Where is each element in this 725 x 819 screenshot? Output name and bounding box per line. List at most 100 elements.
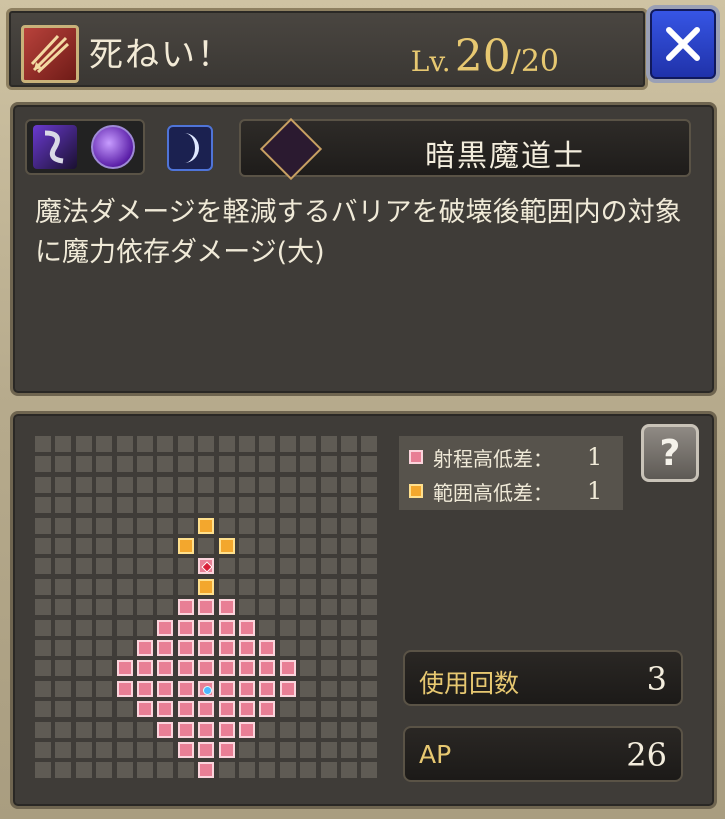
grid-cell — [198, 538, 215, 554]
grid-cell — [116, 558, 133, 575]
grid-cell — [75, 701, 92, 718]
grid-cell — [116, 742, 133, 758]
grid-cell — [341, 476, 357, 493]
grid-cell — [157, 599, 174, 616]
grid-cell — [259, 680, 276, 697]
legend-area-value: 1 — [587, 477, 603, 505]
crescent-moon-icon — [167, 125, 213, 171]
grid-cell — [116, 517, 133, 534]
grid-cell — [96, 619, 113, 636]
grid-cell — [279, 476, 296, 493]
range-panel: 射程高低差： 1 範囲高低差： 1 ? 使用回数 3 AP 26 — [10, 411, 717, 809]
grid-cell — [35, 680, 51, 697]
grid-cell — [300, 742, 317, 758]
grid-cell — [137, 742, 153, 758]
grid-cell — [300, 517, 317, 534]
grid-cell — [55, 517, 72, 534]
grid-cell — [177, 640, 194, 656]
help-button[interactable]: ? — [641, 424, 699, 482]
grid-cell — [55, 558, 72, 575]
grid-cell — [198, 721, 215, 738]
grid-cell — [55, 599, 72, 616]
grid-cell — [279, 436, 296, 452]
grid-cell — [198, 517, 215, 534]
grid-cell — [177, 476, 194, 493]
uses-count-box: 使用回数 3 — [403, 650, 683, 706]
grid-cell — [75, 476, 92, 493]
grid-cell — [300, 680, 317, 697]
grid-cell — [35, 701, 51, 718]
skill-info-panel: 暗黒魔道士 魔法ダメージを軽減するバリアを破壊後範囲内の対象に魔力依存ダメージ(… — [10, 102, 717, 396]
grid-cell — [177, 762, 194, 779]
grid-cell — [116, 762, 133, 779]
grid-cell — [218, 538, 235, 554]
grid-cell — [96, 640, 113, 656]
grid-cell — [198, 762, 215, 779]
grid-cell — [259, 599, 276, 616]
grid-cell — [341, 660, 357, 677]
grid-cell — [137, 436, 153, 452]
grid-cell — [198, 742, 215, 758]
range-legend: 射程高低差： 1 範囲高低差： 1 — [399, 436, 623, 510]
grid-cell — [320, 762, 337, 779]
grid-cell — [259, 762, 276, 779]
grid-cell — [239, 660, 255, 677]
grid-cell — [137, 517, 153, 534]
grid-cell — [279, 680, 296, 697]
grid-cell — [137, 599, 153, 616]
grid-cell — [279, 599, 296, 616]
area-swatch — [409, 484, 423, 498]
grid-cell — [239, 721, 255, 738]
grid-cell — [320, 742, 337, 758]
grid-cell — [157, 578, 174, 595]
grid-cell — [361, 476, 378, 493]
grid-cell — [96, 660, 113, 677]
skill-header: 死ねい！ Lv. 20 /20 — [6, 8, 648, 90]
grid-cell — [96, 762, 113, 779]
grid-cell — [218, 680, 235, 697]
grid-cell — [361, 578, 378, 595]
grid-cell — [75, 436, 92, 452]
grid-cell — [198, 436, 215, 452]
skill-level: Lv. 20 /20 — [411, 31, 559, 82]
grid-cell — [320, 517, 337, 534]
close-button[interactable] — [646, 5, 720, 83]
uses-value: 3 — [646, 660, 667, 698]
grid-cell — [116, 599, 133, 616]
grid-cell — [177, 456, 194, 473]
grid-cell — [116, 619, 133, 636]
target-cell — [198, 558, 215, 575]
grid-cell — [259, 497, 276, 514]
grid-cell — [320, 619, 337, 636]
grid-cell — [361, 456, 378, 473]
grid-cell — [137, 619, 153, 636]
grid-cell — [157, 436, 174, 452]
grid-cell — [361, 538, 378, 554]
grid-cell — [361, 721, 378, 738]
grid-cell — [55, 701, 72, 718]
grid-cell — [116, 680, 133, 697]
grid-cell — [75, 578, 92, 595]
grid-cell — [116, 721, 133, 738]
grid-cell — [300, 660, 317, 677]
grid-cell — [177, 578, 194, 595]
grid-cell — [96, 517, 113, 534]
grid-cell — [341, 742, 357, 758]
grid-cell — [361, 701, 378, 718]
level-current: 20 — [454, 31, 511, 82]
grid-cell — [341, 436, 357, 452]
grid-cell — [341, 701, 357, 718]
grid-cell — [341, 721, 357, 738]
uses-label: 使用回数 — [419, 669, 520, 698]
grid-cell — [75, 742, 92, 758]
grid-cell — [300, 762, 317, 779]
grid-cell — [55, 497, 72, 514]
ap-label: AP — [419, 740, 452, 769]
grid-cell — [239, 599, 255, 616]
grid-cell — [341, 578, 357, 595]
grid-cell — [259, 578, 276, 595]
grid-cell — [361, 742, 378, 758]
grid-cell — [361, 762, 378, 779]
dark-orb-icon — [91, 125, 135, 169]
grid-cell — [116, 476, 133, 493]
